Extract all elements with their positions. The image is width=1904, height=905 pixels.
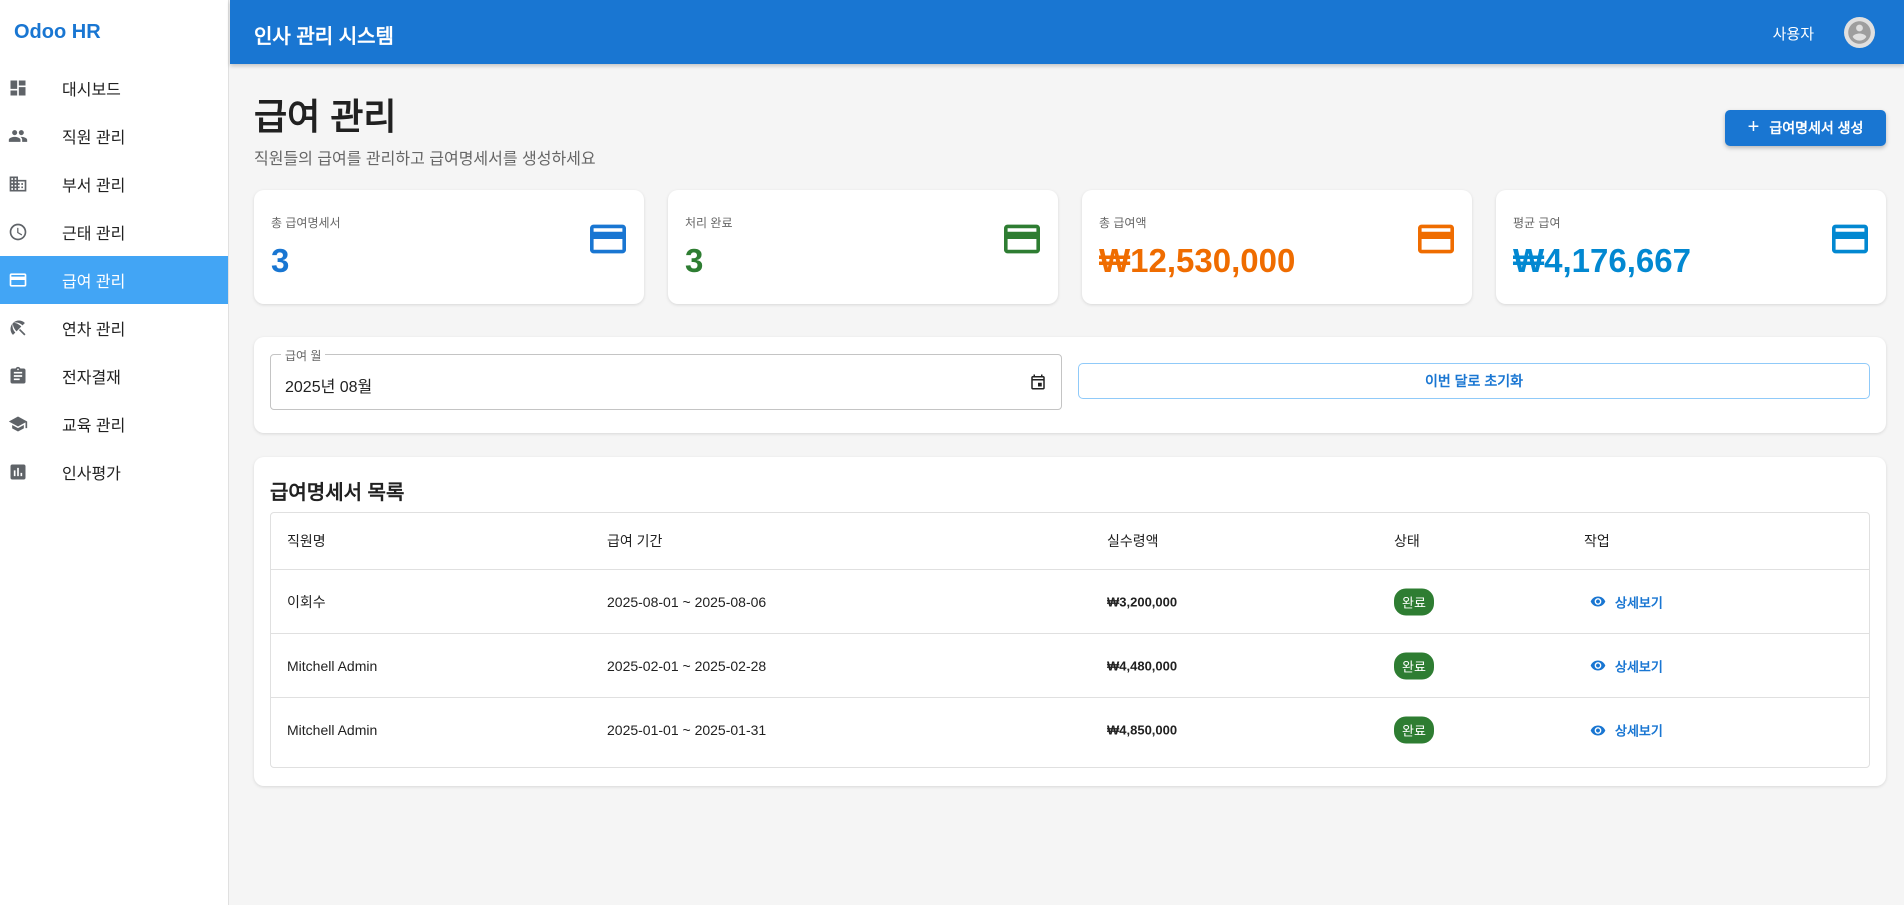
sidebar-item-attendance[interactable]: 근태 관리 xyxy=(0,208,228,256)
credit-card-icon xyxy=(9,273,27,287)
stat-value: ₩4,176,667 xyxy=(1513,242,1691,279)
sidebar-item-label: 연차 관리 xyxy=(62,322,126,339)
status-badge-label: 완료 xyxy=(1394,588,1434,615)
user-name[interactable]: 사용자 xyxy=(1773,23,1814,44)
payroll-month-legend: 급여 월 xyxy=(281,347,326,364)
stat-label: 총 급여명세서 xyxy=(271,216,341,230)
eye-icon xyxy=(1590,596,1606,607)
status-badge-label: 완료 xyxy=(1394,652,1434,679)
column-header-status: 상태 xyxy=(1394,533,1420,549)
table-row: Mitchell Admin 2025-01-01 ~ 2025-01-31 ₩… xyxy=(271,698,1869,762)
plus-icon: + xyxy=(1747,115,1760,138)
view-detail-link[interactable]: 상세보기 xyxy=(1584,721,1663,740)
table-row: 이회수 2025-08-01 ~ 2025-08-06 ₩3,200,000 완… xyxy=(271,570,1869,634)
calendar-icon[interactable] xyxy=(1029,373,1047,391)
view-detail-label: 상세보기 xyxy=(1615,723,1663,739)
eye-icon xyxy=(1590,725,1606,735)
create-payslip-button[interactable]: + 급여명세서 생성 xyxy=(1725,110,1886,146)
app-header: 인사 관리 시스템 사용자 xyxy=(230,0,1904,64)
status-badge: 완료 xyxy=(1394,652,1434,679)
column-header-action: 작업 xyxy=(1584,533,1610,549)
payroll-month-value: 2025년 08월 xyxy=(285,379,373,396)
sidebar-item-label: 근태 관리 xyxy=(62,226,126,243)
status-badge: 완료 xyxy=(1394,588,1434,615)
stat-card-average-salary: 평균 급여 ₩4,176,667 xyxy=(1496,190,1886,304)
column-header-name: 직원명 xyxy=(287,533,326,549)
pay-period: 2025-02-01 ~ 2025-02-28 xyxy=(607,657,767,674)
status-badge: 완료 xyxy=(1394,716,1434,744)
table-row: Mitchell Admin 2025-02-01 ~ 2025-02-28 ₩… xyxy=(271,634,1869,698)
employee-name: Mitchell Admin xyxy=(287,722,378,738)
stat-card-completed: 처리 완료 3 xyxy=(668,190,1058,304)
sidebar-item-payroll[interactable]: 급여 관리 xyxy=(0,256,228,304)
dashboard-icon xyxy=(10,80,26,96)
payroll-month-field[interactable]: 급여 월 2025년 08월 xyxy=(270,347,1062,410)
sidebar-item-label: 인사평가 xyxy=(62,466,121,483)
clock-icon xyxy=(9,223,27,241)
avatar[interactable] xyxy=(1844,17,1875,48)
sidebar-item-label: 전자결재 xyxy=(62,370,121,387)
view-detail-link[interactable]: 상세보기 xyxy=(1584,656,1663,675)
status-badge-label: 완료 xyxy=(1394,716,1434,744)
payslip-table: 직원명 급여 기간 실수령액 상태 작업 이회수 2025-08-01 ~ 20… xyxy=(270,512,1870,768)
sidebar-item-label: 교육 관리 xyxy=(62,418,126,435)
stat-card-total-amount: 총 급여액 ₩12,530,000 xyxy=(1082,190,1472,304)
payslip-list-title: 급여명세서 목록 xyxy=(270,482,405,504)
sidebar-item-label: 대시보드 xyxy=(62,82,121,99)
brand-logo[interactable]: Odoo HR xyxy=(0,0,228,64)
page-subtitle: 직원들의 급여를 관리하고 급여명세서를 생성하세요 xyxy=(254,151,596,168)
people-icon xyxy=(8,130,28,142)
bar-chart-icon xyxy=(10,464,26,480)
credit-card-icon xyxy=(1832,224,1868,254)
net-amount: ₩4,850,000 xyxy=(1107,722,1178,738)
stat-value: 3 xyxy=(685,242,704,279)
column-header-period: 급여 기간 xyxy=(607,533,663,549)
clipboard-icon xyxy=(10,366,26,384)
sidebar-item-employees[interactable]: 직원 관리 xyxy=(0,112,228,160)
column-header-amount: 실수령액 xyxy=(1107,533,1159,549)
payslip-list-card: 급여명세서 목록 직원명 급여 기간 실수령액 상태 작업 이회수 2025-0… xyxy=(254,457,1886,786)
table-header-row: 직원명 급여 기간 실수령액 상태 작업 xyxy=(271,513,1869,570)
employee-name: 이회수 xyxy=(287,593,326,610)
net-amount: ₩3,200,000 xyxy=(1107,594,1178,609)
credit-card-icon xyxy=(590,224,626,254)
employee-name: Mitchell Admin xyxy=(287,657,378,674)
view-detail-link[interactable]: 상세보기 xyxy=(1584,592,1663,611)
view-detail-label: 상세보기 xyxy=(1615,595,1663,610)
beach-umbrella-icon xyxy=(10,320,26,336)
sidebar-item-approval[interactable]: 전자결재 xyxy=(0,352,228,400)
stat-value: ₩12,530,000 xyxy=(1099,242,1296,279)
eye-icon xyxy=(1590,660,1606,671)
stat-label: 평균 급여 xyxy=(1513,216,1561,230)
stat-value: 3 xyxy=(271,242,290,279)
stat-card-total-payslips: 총 급여명세서 3 xyxy=(254,190,644,304)
pay-period: 2025-01-01 ~ 2025-01-31 xyxy=(607,722,767,738)
graduation-cap-icon xyxy=(8,416,28,432)
building-icon xyxy=(9,176,27,192)
sidebar-item-dashboard[interactable]: 대시보드 xyxy=(0,64,228,112)
pay-period: 2025-08-01 ~ 2025-08-06 xyxy=(607,593,767,610)
create-payslip-label: 급여명세서 생성 xyxy=(1769,120,1864,136)
sidebar-item-leave[interactable]: 연차 관리 xyxy=(0,304,228,352)
page-title: 급여 관리 xyxy=(254,96,397,137)
stat-label: 처리 완료 xyxy=(685,216,733,230)
sidebar-item-training[interactable]: 교육 관리 xyxy=(0,400,228,448)
view-detail-label: 상세보기 xyxy=(1615,659,1663,674)
net-amount: ₩4,480,000 xyxy=(1107,658,1178,673)
account-circle-icon xyxy=(1848,21,1871,44)
sidebar-item-label: 부서 관리 xyxy=(62,178,126,195)
credit-card-icon xyxy=(1418,224,1454,254)
sidebar-item-label: 직원 관리 xyxy=(62,130,126,147)
sidebar-item-label: 급여 관리 xyxy=(62,274,126,291)
credit-card-icon xyxy=(1004,224,1040,254)
stat-label: 총 급여액 xyxy=(1099,216,1147,230)
sidebar-item-evaluation[interactable]: 인사평가 xyxy=(0,448,228,496)
sidebar: Odoo HR 대시보드 직원 관리 부서 관리 근태 관리 급여 관리 연차 … xyxy=(0,0,229,905)
filter-card: 급여 월 2025년 08월 이번 달로 초기화 xyxy=(254,337,1886,433)
app-title: 인사 관리 시스템 xyxy=(254,26,394,48)
sidebar-item-departments[interactable]: 부서 관리 xyxy=(0,160,228,208)
reset-month-button[interactable]: 이번 달로 초기화 xyxy=(1078,363,1870,399)
